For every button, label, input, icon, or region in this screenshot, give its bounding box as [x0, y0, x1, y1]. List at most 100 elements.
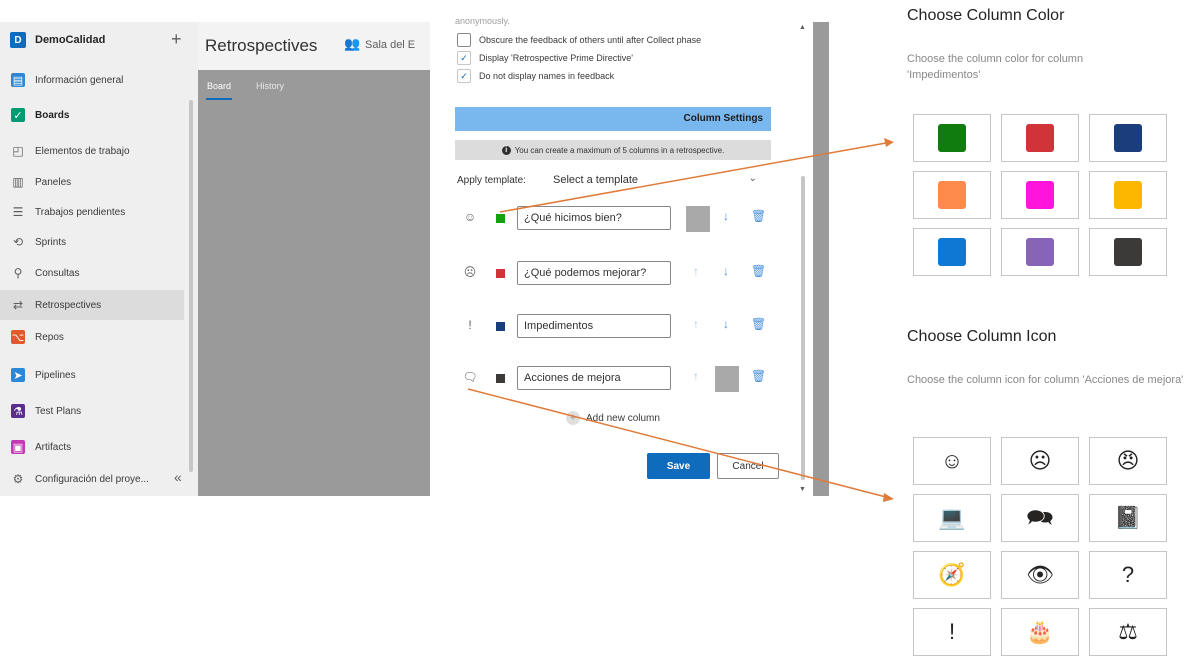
arrow-down-icon[interactable]: ↓	[723, 209, 729, 223]
sidebar-item-overview[interactable]: ▤ Información general	[0, 65, 184, 95]
sidebar-item-boards[interactable]: ✓ Boards	[0, 100, 184, 130]
tab-history[interactable]: History	[256, 81, 284, 91]
icon-option[interactable]: 🧭	[913, 551, 991, 599]
icon-option[interactable]: 💻	[913, 494, 991, 542]
icon-option[interactable]: 🗪	[1001, 494, 1079, 542]
sidebar-item-backlog[interactable]: ☰ Trabajos pendientes	[0, 197, 184, 227]
prime-directive-checkbox[interactable]: ✓ Display 'Retrospective Prime Directive…	[457, 51, 633, 65]
chat-icon[interactable]: 🗨	[462, 370, 478, 384]
icon-option[interactable]: ☺	[913, 437, 991, 485]
dialog-scrollbar[interactable]: ▲ ▼	[796, 18, 810, 498]
checkbox[interactable]: ✓	[457, 51, 471, 65]
info-text: You can create a maximum of 5 columns in…	[514, 145, 725, 155]
sidebar-item-test-plans[interactable]: ⚗ Test Plans	[0, 396, 184, 426]
sidebar-item-sprints[interactable]: ⟲ Sprints	[0, 227, 184, 257]
team-selector[interactable]: Sala del E	[365, 39, 415, 51]
test-plans-icon: ⚗	[11, 404, 25, 418]
column-title-input[interactable]: Impedimentos	[517, 314, 671, 338]
collapse-sidebar-icon[interactable]: «	[174, 469, 182, 485]
angry-icon: 😠	[1116, 448, 1140, 473]
obscure-feedback-checkbox[interactable]: Obscure the feedback of others until aft…	[457, 33, 701, 47]
sidebar-item-pipelines[interactable]: ➤ Pipelines	[0, 360, 184, 390]
arrow-up-icon[interactable]: ↑	[693, 317, 699, 331]
column-color-swatch[interactable]	[496, 322, 505, 331]
icon-option[interactable]: ⚖	[1089, 608, 1167, 656]
checkbox[interactable]: ✓	[457, 69, 471, 83]
sidebar-item-label: Paneles	[35, 176, 72, 188]
save-button[interactable]: Save	[647, 453, 710, 479]
column-color-swatch[interactable]	[496, 374, 505, 383]
color-option[interactable]	[1089, 171, 1167, 219]
color-option[interactable]	[1089, 228, 1167, 276]
page-title: Retrospectives	[205, 36, 318, 55]
color-option[interactable]	[1001, 171, 1079, 219]
queries-icon: ⚲	[13, 266, 23, 280]
arrow-down-icon[interactable]: ↓	[723, 264, 729, 278]
column-settings-title: Column Settings	[683, 113, 763, 124]
sidebar-item-label: Artifacts	[35, 441, 72, 453]
sidebar-item-repos[interactable]: ⌥ Repos	[0, 322, 184, 352]
color-swatch	[938, 181, 966, 209]
arrow-up-icon[interactable]: ↑	[693, 264, 699, 278]
sidebar-item-label: Sprints	[35, 236, 67, 248]
color-option[interactable]	[913, 228, 991, 276]
frown-icon: ☹	[1028, 448, 1052, 473]
project-header[interactable]: D DemoCalidad +	[0, 28, 198, 52]
sidebar-item-settings[interactable]: ⚙ Configuración del proye...	[0, 464, 170, 494]
column-color-swatch[interactable]	[496, 269, 505, 278]
scroll-down-icon[interactable]: ▼	[799, 486, 806, 493]
icon-option[interactable]: 📓	[1089, 494, 1167, 542]
sidebar-item-queries[interactable]: ⚲ Consultas	[0, 258, 184, 288]
icon-option[interactable]: 👁	[1001, 551, 1079, 599]
add-icon[interactable]: +	[171, 29, 182, 49]
template-dropdown[interactable]: Select a template ⌄	[545, 171, 763, 191]
team-icon: 👥	[344, 36, 361, 51]
exclamation-icon: !	[948, 619, 956, 644]
icon-option[interactable]: 🎂	[1001, 608, 1079, 656]
delete-icon[interactable]: 🗑	[751, 209, 766, 223]
column-title: ¿Qué hicimos bien?	[524, 212, 622, 224]
column-title: ¿Qué podemos mejorar?	[524, 267, 647, 279]
scroll-thumb[interactable]	[801, 176, 805, 480]
frown-icon[interactable]: ☹	[462, 265, 478, 279]
delete-icon[interactable]: 🗑	[751, 369, 766, 383]
hide-names-checkbox[interactable]: ✓ Do not display names in feedback	[457, 69, 614, 83]
cancel-button[interactable]: Cancel	[717, 453, 779, 479]
color-swatch	[1026, 124, 1054, 152]
color-arrowhead	[884, 138, 894, 147]
sidebar-item-work-items[interactable]: ◰ Elementos de trabajo	[0, 136, 184, 166]
column-title-input[interactable]: Acciones de mejora	[517, 366, 671, 390]
smile-icon[interactable]: ☺	[462, 210, 478, 224]
color-grid	[913, 114, 1167, 276]
exclamation-icon[interactable]: !	[462, 318, 478, 332]
icon-option[interactable]: !	[913, 608, 991, 656]
icon-option[interactable]: ?	[1089, 551, 1167, 599]
color-option[interactable]	[1001, 114, 1079, 162]
color-option[interactable]	[1001, 228, 1079, 276]
delete-icon[interactable]: 🗑	[751, 317, 766, 331]
column-color-swatch[interactable]	[496, 214, 505, 223]
color-option[interactable]	[913, 114, 991, 162]
balance-icon: ⚖	[1118, 619, 1138, 644]
checkbox[interactable]	[457, 33, 471, 47]
color-option[interactable]	[913, 171, 991, 219]
settings-icon: ⚙	[12, 472, 24, 486]
column-title-input[interactable]: ¿Qué podemos mejorar?	[517, 261, 671, 285]
sidebar-scrollbar[interactable]	[189, 100, 193, 472]
icon-option[interactable]: 😠	[1089, 437, 1167, 485]
icon-option[interactable]: ☹	[1001, 437, 1079, 485]
repos-icon: ⌥	[11, 330, 25, 344]
scroll-up-icon[interactable]: ▲	[799, 24, 806, 31]
sidebar-item-panels[interactable]: ▥ Paneles	[0, 167, 184, 197]
add-column-button[interactable]: + Add new column	[566, 411, 660, 425]
tab-board[interactable]: Board	[207, 81, 231, 91]
arrow-up-icon[interactable]: ↑	[693, 369, 699, 383]
column-title-input[interactable]: ¿Qué hicimos bien?	[517, 206, 671, 230]
arrow-down-icon[interactable]: ↓	[723, 317, 729, 331]
sidebar-item-artifacts[interactable]: ▣ Artifacts	[0, 432, 184, 462]
column-row: ☺ ¿Qué hicimos bien? ↓ 🗑	[449, 204, 779, 234]
color-option[interactable]	[1089, 114, 1167, 162]
delete-icon[interactable]: 🗑	[751, 264, 766, 278]
sidebar-item-retrospectives[interactable]: ⇄ Retrospectives	[0, 290, 184, 320]
checkbox-label: Obscure the feedback of others until aft…	[479, 35, 702, 45]
